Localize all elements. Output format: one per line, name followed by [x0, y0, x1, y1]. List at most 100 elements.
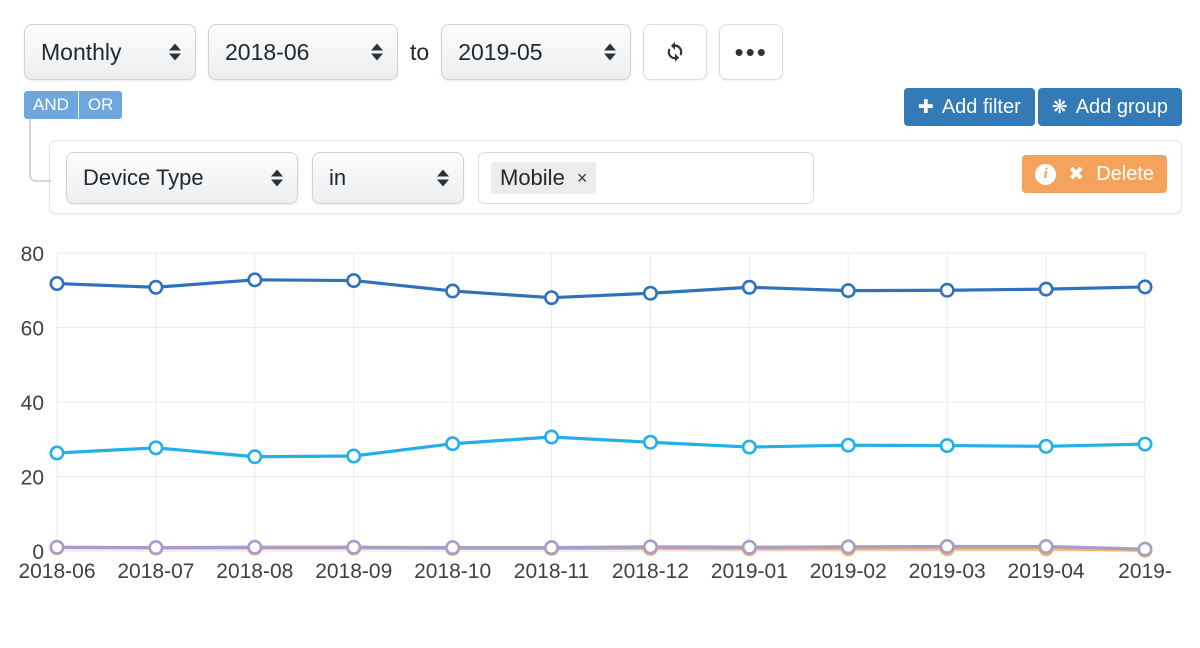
x-axis-tick-label: 2018-08 — [216, 560, 293, 583]
series-point[interactable] — [741, 439, 757, 455]
period-select-value: Monthly — [41, 38, 122, 65]
y-axis-tick-label: 20 — [21, 467, 44, 490]
x-axis-tick-label: 2018-10 — [414, 560, 491, 583]
chart-canvas: 0204060802018-06 2018-07 2018-08 2018-09 201… — [18, 243, 1172, 588]
remove-tag-icon[interactable]: × — [577, 168, 588, 189]
series-point[interactable] — [247, 272, 263, 288]
series-point[interactable] — [247, 449, 263, 465]
x-axis-tick-line: 2019- — [1118, 560, 1172, 583]
series-point[interactable] — [445, 436, 461, 452]
series-1 — [49, 429, 1153, 465]
filter-field-select[interactable]: Device Type — [66, 152, 298, 204]
y-axis-tick-label: 60 — [21, 318, 44, 341]
x-axis-tick-label: 2018-07 — [117, 560, 194, 583]
series-point[interactable] — [1137, 436, 1153, 452]
series-point[interactable] — [939, 539, 955, 555]
y-axis-tick-label: 40 — [21, 392, 44, 415]
x-axis-tick-label: 2019- 05 — [1118, 560, 1172, 588]
chevron-updown-icon — [604, 43, 617, 61]
series-point[interactable] — [1038, 438, 1054, 454]
add-group-button[interactable]: ❋ Add group — [1037, 88, 1182, 126]
filter-value-tag: Mobile × — [491, 162, 597, 194]
series-point[interactable] — [840, 539, 856, 555]
chevron-updown-icon — [169, 43, 181, 61]
refresh-button[interactable] — [643, 24, 708, 80]
delete-filter-button[interactable]: i ✖ Delete — [1022, 155, 1167, 193]
series-point[interactable] — [247, 539, 263, 555]
filter-field-value: Device Type — [83, 165, 204, 190]
logic-or-button[interactable]: OR — [77, 91, 123, 119]
series-point[interactable] — [49, 539, 65, 555]
series-point[interactable] — [148, 540, 164, 556]
period-select[interactable]: Monthly — [24, 24, 196, 80]
series-point[interactable] — [741, 279, 757, 295]
series-point[interactable] — [642, 434, 658, 450]
x-axis-tick-label: 2018-11 — [514, 560, 590, 583]
series-point[interactable] — [148, 279, 164, 295]
series-point[interactable] — [49, 276, 65, 292]
filter-group-connector — [29, 116, 51, 182]
date-to-value: 2019-05 — [458, 38, 543, 65]
y-axis-tick-label: 80 — [21, 243, 44, 266]
series-point[interactable] — [741, 539, 757, 555]
chevron-updown-icon — [371, 43, 383, 61]
ellipsis-icon: ••• — [734, 37, 768, 67]
series-point[interactable] — [939, 438, 955, 454]
delete-label: Delete — [1096, 162, 1154, 185]
series-point[interactable] — [939, 282, 955, 298]
add-group-label: Add group — [1075, 95, 1168, 118]
series-line — [55, 278, 1147, 300]
series-point[interactable] — [642, 539, 658, 555]
series-point[interactable] — [1137, 279, 1153, 295]
refresh-icon — [667, 41, 683, 62]
series-point[interactable] — [840, 283, 856, 299]
analytics-page: Monthly 2018-06 to 2019- 05 ••• AND OR ✚ … — [0, 0, 1200, 648]
info-icon[interactable]: i — [1035, 163, 1057, 185]
series-line — [55, 435, 1147, 459]
series-point[interactable] — [346, 539, 362, 555]
series-point[interactable] — [148, 440, 164, 456]
date-range-toolbar: Monthly 2018-06 to 2019-05 ••• — [24, 24, 784, 80]
more-options-button[interactable]: ••• — [719, 24, 784, 80]
series-point[interactable] — [346, 273, 362, 289]
series-point[interactable] — [544, 429, 560, 445]
x-axis-tick-label: 2019-03 — [909, 560, 986, 583]
filter-operator-value: in — [329, 165, 347, 190]
series-point[interactable] — [544, 540, 560, 556]
series-0 — [49, 272, 1153, 306]
range-to-label: to — [410, 38, 430, 65]
x-axis-tick-label: 2018-09 — [315, 560, 392, 583]
series-point[interactable] — [544, 290, 560, 306]
logic-and-button[interactable]: AND — [24, 91, 78, 119]
x-axis-tick-label: 2018-12 — [612, 560, 689, 583]
series-point[interactable] — [445, 540, 461, 556]
filter-operator-select[interactable]: in — [312, 152, 464, 204]
add-filter-label: Add filter — [941, 95, 1021, 118]
plus-icon: ✚ — [917, 96, 934, 118]
series-3 — [49, 539, 1153, 557]
filter-value-input[interactable]: Mobile × — [478, 152, 814, 204]
series-point[interactable] — [1038, 281, 1054, 297]
series-point[interactable] — [1038, 539, 1054, 555]
series-point[interactable] — [1137, 541, 1153, 557]
filter-row: Device Type in Mobile × — [66, 152, 814, 204]
chevron-updown-icon — [437, 169, 449, 187]
filter-actions: ✚ Add filter ❋ Add group — [903, 88, 1182, 126]
logic-operator-toggle: AND OR — [24, 91, 123, 119]
series-point[interactable] — [346, 448, 362, 464]
series-point[interactable] — [840, 437, 856, 453]
x-axis-tick-label: 2018-06 — [18, 560, 95, 583]
filter-value-tag-label: Mobile — [500, 165, 565, 190]
series-point[interactable] — [445, 283, 461, 299]
series-point[interactable] — [49, 445, 65, 461]
plus-circle-icon: ❋ — [1051, 96, 1068, 118]
add-filter-button[interactable]: ✚ Add filter — [903, 88, 1035, 126]
date-from-select[interactable]: 2018-06 — [208, 24, 398, 80]
filter-group-panel: Device Type in Mobile × i ✖ Delete — [49, 140, 1182, 214]
series-point[interactable] — [642, 285, 658, 301]
date-to-select[interactable]: 2019-05 — [441, 24, 632, 80]
x-axis-tick-line: 05 — [1133, 586, 1156, 588]
x-icon: ✖ — [1068, 163, 1085, 185]
chevron-updown-icon — [271, 169, 283, 187]
share-line-chart: 0 20 40 60 80 2018-06 2018-07 2018-08 2018-09 201… — [0, 228, 1200, 648]
